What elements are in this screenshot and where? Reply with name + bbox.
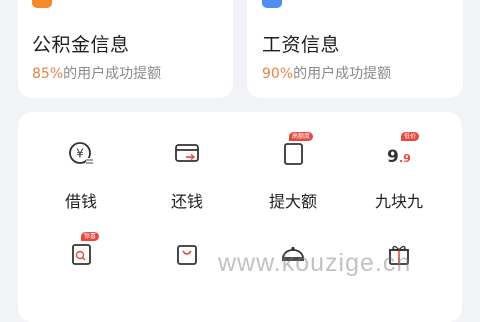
- search-doc-icon: 惊喜: [65, 232, 100, 270]
- housing-fund-subtitle-text: 的用户成功提额: [63, 66, 162, 82]
- watermark: www.kouzige.cn: [218, 249, 412, 277]
- salary-subtitle-text: 的用户成功提额: [293, 66, 392, 82]
- grid-item-repay[interactable]: 还钱: [142, 138, 232, 211]
- salary-subtitle: 90%的用户成功提额: [262, 63, 391, 83]
- yuan-coin-icon: ¥: [65, 138, 97, 170]
- housing-fund-icon: [32, 0, 52, 8]
- grid-item-row2-1[interactable]: 惊喜: [36, 232, 126, 270]
- services-grid: ¥ 借钱 还钱 高额度 提大额 9 .9 低价 九块九 惊喜: [18, 112, 462, 322]
- salary-icon: [262, 0, 282, 8]
- housing-fund-subtitle: 85%的用户成功提额: [32, 63, 161, 83]
- surprise-badge: 惊喜: [81, 232, 100, 241]
- housing-fund-card[interactable]: 公积金信息 85%的用户成功提额: [18, 0, 233, 98]
- grid-item-label: 九块九: [374, 192, 423, 211]
- salary-card[interactable]: 工资信息 90%的用户成功提额: [247, 0, 463, 98]
- document-icon: 高额度: [277, 132, 314, 170]
- salary-percent: 90%: [262, 66, 294, 82]
- shopping-bag-icon: [171, 238, 203, 270]
- grid-item-nine-nine[interactable]: 9 .9 低价 九块九: [354, 132, 444, 211]
- low-price-badge: 低价: [401, 132, 420, 141]
- nine-point-nine-icon: 9 .9 低价: [383, 132, 420, 170]
- housing-fund-title: 公积金信息: [32, 34, 130, 56]
- salary-title: 工资信息: [262, 34, 341, 56]
- grid-item-big-amount[interactable]: 高额度 提大额: [248, 132, 338, 211]
- housing-fund-percent: 85%: [32, 66, 64, 82]
- svg-text:.9: .9: [399, 152, 411, 165]
- card-return-icon: [171, 138, 203, 170]
- grid-item-label: 还钱: [170, 192, 203, 211]
- svg-text:¥: ¥: [76, 147, 84, 161]
- grid-item-borrow[interactable]: ¥ 借钱: [36, 138, 126, 211]
- high-limit-badge: 高额度: [289, 132, 314, 141]
- grid-item-label: 借钱: [64, 192, 97, 211]
- grid-item-label: 提大额: [268, 192, 317, 211]
- svg-text:9: 9: [387, 147, 399, 167]
